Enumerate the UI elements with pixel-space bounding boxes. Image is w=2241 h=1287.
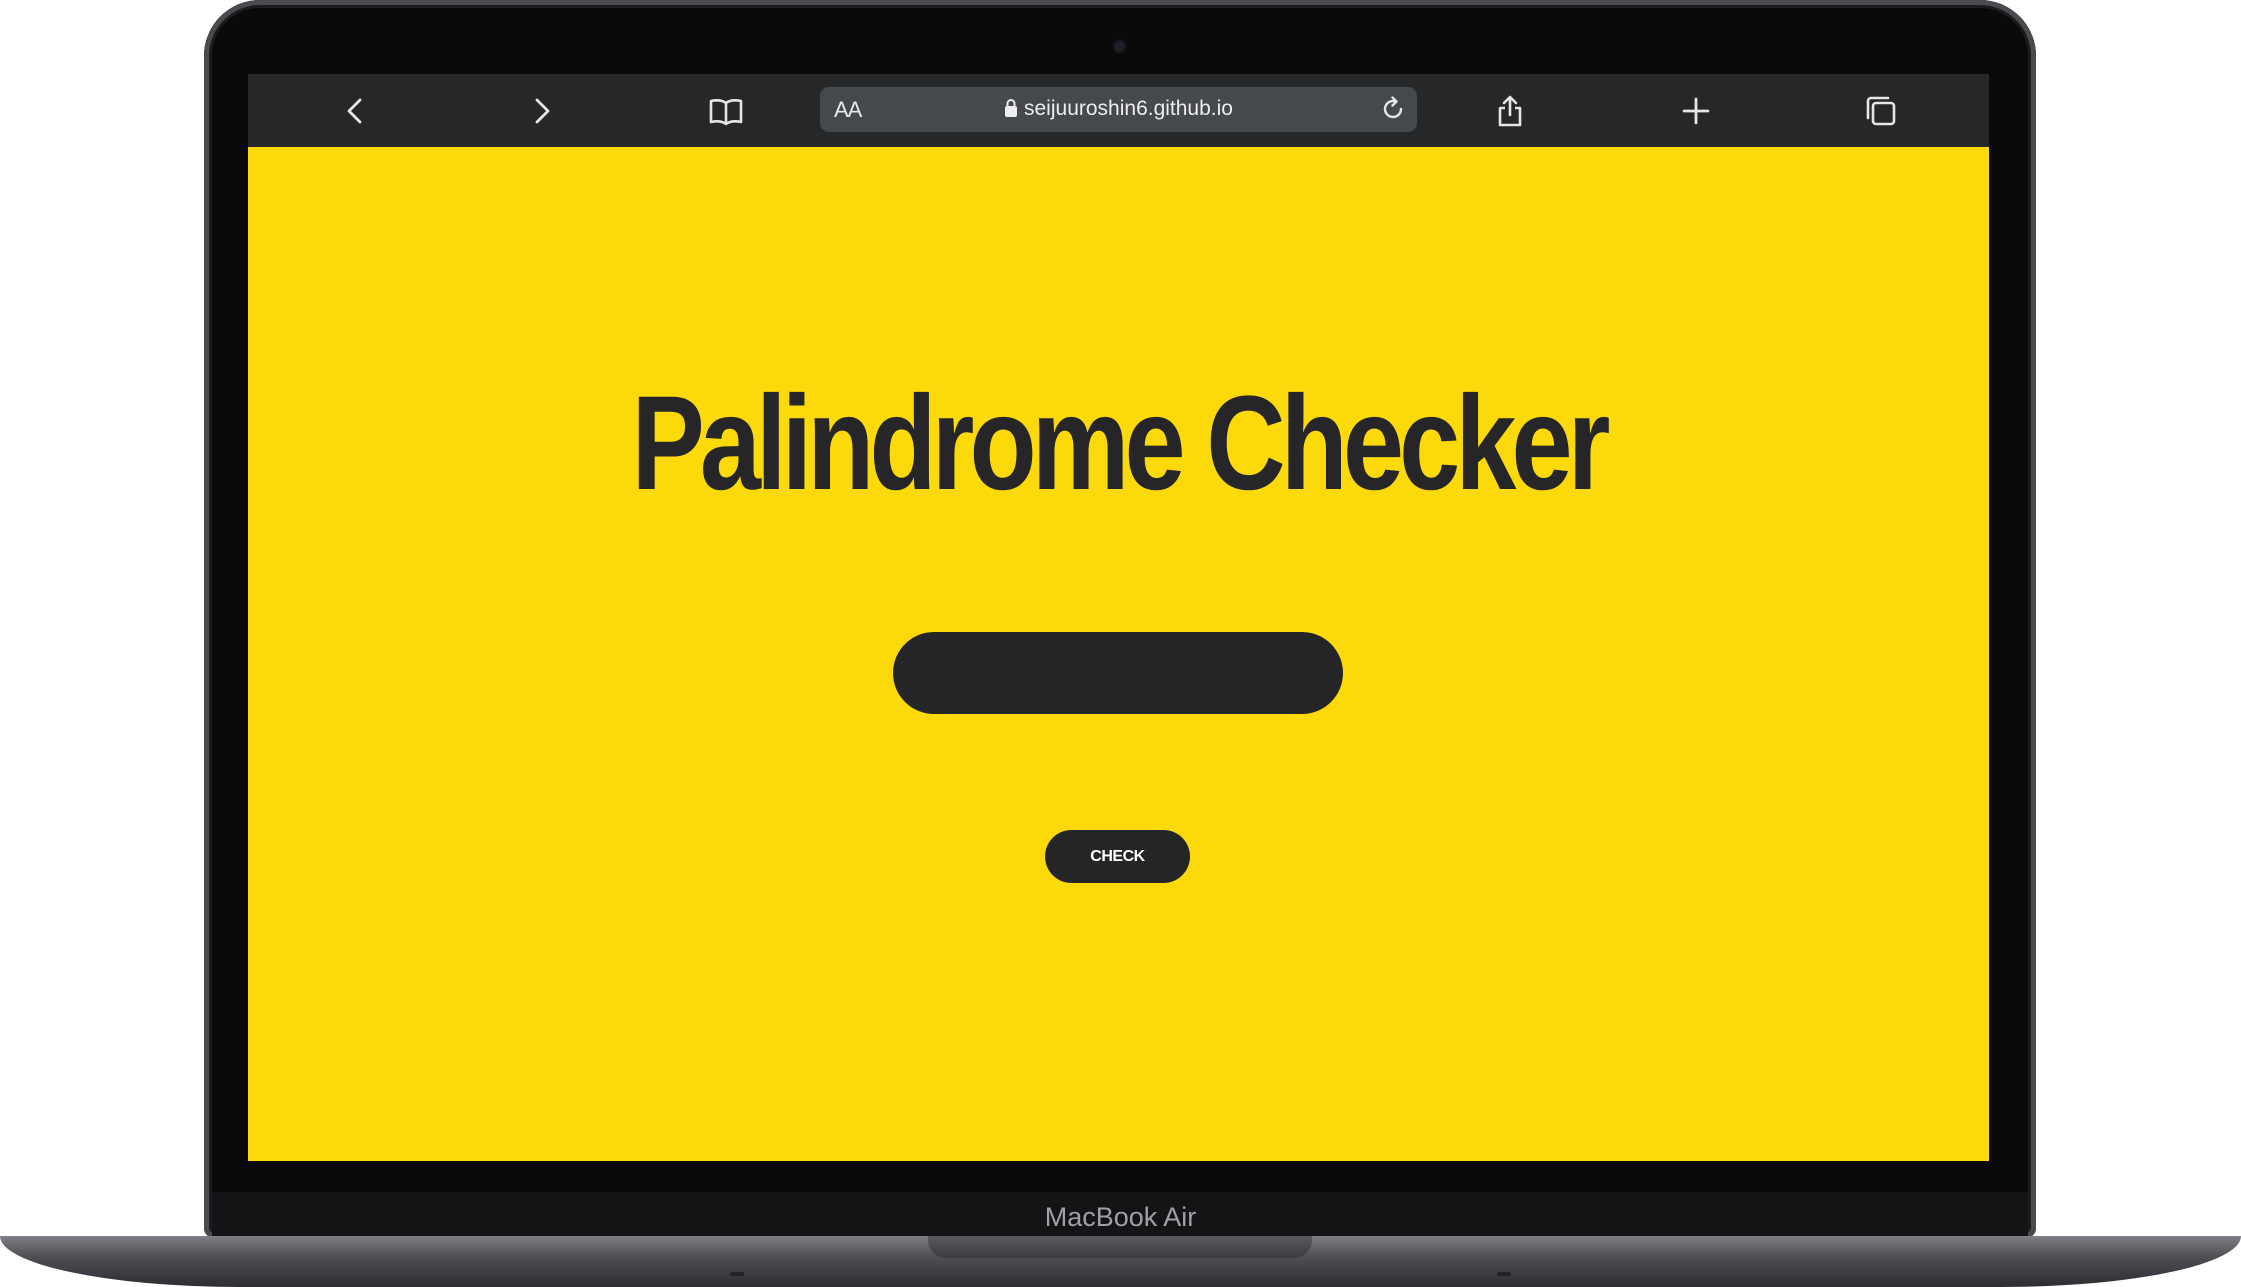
browser-window: AA seijuuroshin6.github.io Palindrome Ch… xyxy=(248,74,1989,1161)
url-display[interactable]: seijuuroshin6.github.io xyxy=(820,97,1417,124)
share-icon[interactable] xyxy=(1492,93,1528,129)
url-text: seijuuroshin6.github.io xyxy=(1024,97,1233,120)
model-label: MacBook Air xyxy=(1044,1202,1197,1232)
palindrome-input[interactable] xyxy=(893,632,1343,714)
laptop-foot xyxy=(1497,1272,1511,1276)
reload-icon[interactable] xyxy=(1377,93,1409,125)
laptop-foot xyxy=(730,1272,744,1276)
address-bar[interactable]: AA seijuuroshin6.github.io xyxy=(820,87,1417,132)
check-button[interactable]: CHECK xyxy=(1045,830,1190,883)
lid-notch xyxy=(928,1236,1312,1258)
new-tab-icon[interactable] xyxy=(1678,93,1714,129)
camera-icon xyxy=(1114,41,1125,52)
back-icon[interactable] xyxy=(338,93,374,129)
tabs-overview-icon[interactable] xyxy=(1863,93,1899,129)
browser-toolbar: AA seijuuroshin6.github.io xyxy=(248,74,1989,147)
bookmarks-icon[interactable] xyxy=(708,93,744,129)
lock-icon xyxy=(1004,98,1018,124)
forward-icon[interactable] xyxy=(523,93,559,129)
page-content: Palindrome Checker CHECK xyxy=(248,147,1989,1161)
page-title: Palindrome Checker xyxy=(631,369,1610,518)
